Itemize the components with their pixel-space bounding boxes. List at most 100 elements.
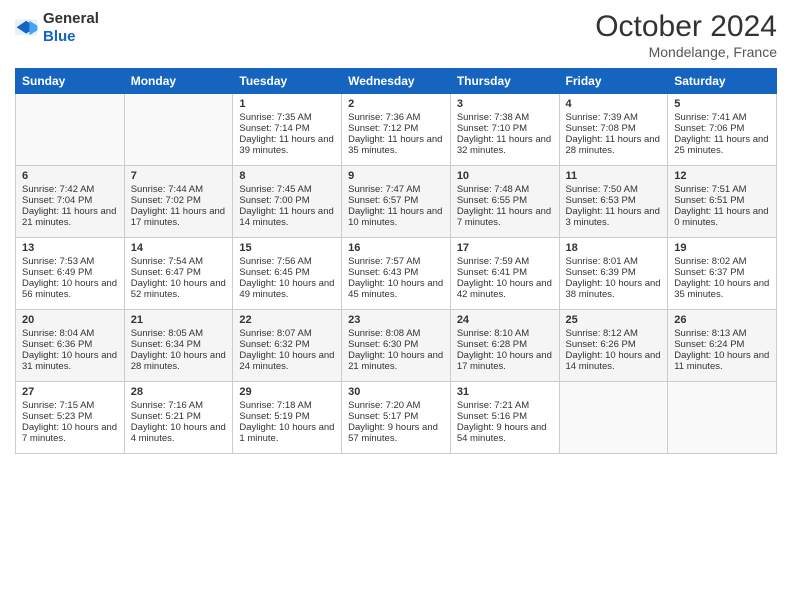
daylight: Daylight: 11 hours and 28 minutes. bbox=[566, 134, 660, 156]
sunset: Sunset: 5:21 PM bbox=[131, 411, 201, 422]
day-number: 17 bbox=[457, 242, 553, 254]
page-header: General Blue October 2024 Mondelange, Fr… bbox=[15, 10, 777, 60]
daylight: Daylight: 10 hours and 42 minutes. bbox=[457, 278, 552, 300]
calendar-week-row: 27 Sunrise: 7:15 AMSunset: 5:23 PM Dayligh… bbox=[16, 382, 777, 454]
sunrise: Sunrise: 8:13 AM bbox=[674, 328, 746, 339]
calendar-cell: 6Sunrise: 7:42 AMSunset: 7:04 PMDaylight… bbox=[16, 166, 125, 238]
day-number: 13 bbox=[22, 242, 118, 254]
sunset: Sunset: 6:28 PM bbox=[457, 339, 527, 350]
sunset: Sunset: 6:24 PM bbox=[674, 339, 744, 350]
day-number: 26 bbox=[674, 314, 770, 326]
sunrise: Sunrise: 7:15 AM bbox=[22, 400, 94, 411]
calendar-cell: 17Sunrise: 7:59 AMSunset: 6:41 PMDayligh… bbox=[450, 238, 559, 310]
calendar-cell: 15Sunrise: 7:56 AMSunset: 6:45 PMDayligh… bbox=[233, 238, 342, 310]
logo-general-text: General bbox=[43, 10, 99, 27]
sunset: Sunset: 6:30 PM bbox=[348, 339, 418, 350]
daylight: Daylight: 10 hours and 45 minutes. bbox=[348, 278, 443, 300]
daylight: Daylight: 11 hours and 32 minutes. bbox=[457, 134, 551, 156]
sunset: Sunset: 6:53 PM bbox=[566, 195, 636, 206]
sunrise: Sunrise: 8:02 AM bbox=[674, 256, 746, 267]
calendar-cell: 30Sunrise: 7:20 AMSunset: 5:17 PMDayligh… bbox=[342, 382, 451, 454]
sunset: Sunset: 5:23 PM bbox=[22, 411, 92, 422]
day-number: 25 bbox=[566, 314, 662, 326]
sunset: Sunset: 7:02 PM bbox=[131, 195, 201, 206]
daylight: Daylight: 11 hours and 14 minutes. bbox=[239, 206, 333, 228]
sunset: Sunset: 6:57 PM bbox=[348, 195, 418, 206]
sunrise: Sunrise: 7:20 AM bbox=[348, 400, 420, 411]
sunrise: Sunrise: 7:44 AM bbox=[131, 184, 203, 195]
calendar-cell: 24Sunrise: 8:10 AMSunset: 6:28 PMDayligh… bbox=[450, 310, 559, 382]
sunset: Sunset: 5:16 PM bbox=[457, 411, 527, 422]
day-number: 21 bbox=[131, 314, 227, 326]
sunset: Sunset: 7:04 PM bbox=[22, 195, 92, 206]
daylight: Daylight: 11 hours and 17 minutes. bbox=[131, 206, 225, 228]
calendar-cell: 22Sunrise: 8:07 AMSunset: 6:32 PMDayligh… bbox=[233, 310, 342, 382]
calendar-week-row: 6Sunrise: 7:42 AMSunset: 7:04 PMDaylight… bbox=[16, 166, 777, 238]
sunrise: Sunrise: 7:54 AM bbox=[131, 256, 203, 267]
sunrise: Sunrise: 7:18 AM bbox=[239, 400, 311, 411]
sunrise: Sunrise: 7:16 AM bbox=[131, 400, 203, 411]
day-number: 19 bbox=[674, 242, 770, 254]
calendar-cell: 27Sunrise: 7:15 AMSunset: 5:23 PMDayligh… bbox=[16, 382, 125, 454]
day-number: 31 bbox=[457, 386, 553, 398]
calendar-cell: 19 Sunrise: 8:02 AMSunset: 6:37 PMDayligh… bbox=[668, 238, 777, 310]
sunrise: Sunrise: 8:07 AM bbox=[239, 328, 311, 339]
sunset: Sunset: 6:47 PM bbox=[131, 267, 201, 278]
daylight: Daylight: 10 hours and 35 minutes. bbox=[674, 278, 769, 300]
header-tuesday: Tuesday bbox=[233, 69, 342, 94]
sunset: Sunset: 6:49 PM bbox=[22, 267, 92, 278]
sunrise: Sunrise: 7:36 AM bbox=[348, 112, 420, 123]
daylight: Daylight: 10 hours and 24 minutes. bbox=[239, 350, 334, 372]
header-saturday: Saturday bbox=[668, 69, 777, 94]
sunrise: Sunrise: 7:48 AM bbox=[457, 184, 529, 195]
daylight: Daylight: 11 hours and 3 minutes. bbox=[566, 206, 660, 228]
logo-icon bbox=[15, 19, 39, 37]
calendar-cell: 13Sunrise: 7:53 AMSunset: 6:49 PMDayligh… bbox=[16, 238, 125, 310]
day-number: 3 bbox=[457, 98, 553, 110]
calendar-cell bbox=[16, 94, 125, 166]
day-number: 28 bbox=[131, 386, 227, 398]
calendar-cell: 28 Sunrise: 7:16 AMSunset: 5:21 PMDayligh… bbox=[124, 382, 233, 454]
day-number: 24 bbox=[457, 314, 553, 326]
daylight: Daylight: 10 hours and 28 minutes. bbox=[131, 350, 226, 372]
calendar-cell bbox=[559, 382, 668, 454]
day-number: 15 bbox=[239, 242, 335, 254]
sunrise: Sunrise: 7:57 AM bbox=[348, 256, 420, 267]
calendar-cell: 8Sunrise: 7:45 AMSunset: 7:00 PMDaylight… bbox=[233, 166, 342, 238]
sunset: Sunset: 6:37 PM bbox=[674, 267, 744, 278]
daylight: Daylight: 10 hours and 1 minute. bbox=[239, 422, 334, 444]
daylight: Daylight: 10 hours and 17 minutes. bbox=[457, 350, 552, 372]
sunrise: Sunrise: 7:42 AM bbox=[22, 184, 94, 195]
sunset: Sunset: 7:08 PM bbox=[566, 123, 636, 134]
calendar-cell: 16Sunrise: 7:57 AMSunset: 6:43 PMDayligh… bbox=[342, 238, 451, 310]
day-number: 16 bbox=[348, 242, 444, 254]
sunset: Sunset: 7:14 PM bbox=[239, 123, 309, 134]
calendar-cell: 3Sunrise: 7:38 AMSunset: 7:10 PMDaylight… bbox=[450, 94, 559, 166]
sunset: Sunset: 6:32 PM bbox=[239, 339, 309, 350]
sunset: Sunset: 6:55 PM bbox=[457, 195, 527, 206]
sunset: Sunset: 7:12 PM bbox=[348, 123, 418, 134]
day-number: 27 bbox=[22, 386, 118, 398]
day-number: 9 bbox=[348, 170, 444, 182]
day-number: 8 bbox=[239, 170, 335, 182]
daylight: Daylight: 10 hours and 4 minutes. bbox=[131, 422, 226, 444]
calendar-cell: 11Sunrise: 7:50 AMSunset: 6:53 PMDayligh… bbox=[559, 166, 668, 238]
sunrise: Sunrise: 8:04 AM bbox=[22, 328, 94, 339]
calendar-cell: 5Sunrise: 7:41 AMSunset: 7:06 PMDaylight… bbox=[668, 94, 777, 166]
calendar-week-row: 20Sunrise: 8:04 AMSunset: 6:36 PMDayligh… bbox=[16, 310, 777, 382]
calendar-cell bbox=[668, 382, 777, 454]
sunrise: Sunrise: 7:56 AM bbox=[239, 256, 311, 267]
daylight: Daylight: 10 hours and 14 minutes. bbox=[566, 350, 661, 372]
daylight: Daylight: 10 hours and 11 minutes. bbox=[674, 350, 769, 372]
sunrise: Sunrise: 7:38 AM bbox=[457, 112, 529, 123]
calendar-cell: 4Sunrise: 7:39 AMSunset: 7:08 PMDaylight… bbox=[559, 94, 668, 166]
calendar-cell: 14Sunrise: 7:54 AMSunset: 6:47 PMDayligh… bbox=[124, 238, 233, 310]
calendar-cell: 9Sunrise: 7:47 AMSunset: 6:57 PMDaylight… bbox=[342, 166, 451, 238]
sunrise: Sunrise: 7:51 AM bbox=[674, 184, 746, 195]
calendar-table: Sunday Monday Tuesday Wednesday Thursday… bbox=[15, 68, 777, 454]
sunset: Sunset: 6:34 PM bbox=[131, 339, 201, 350]
header-sunday: Sunday bbox=[16, 69, 125, 94]
calendar-cell: 26 Sunrise: 8:13 AMSunset: 6:24 PMDayligh… bbox=[668, 310, 777, 382]
sunset: Sunset: 7:06 PM bbox=[674, 123, 744, 134]
day-number: 14 bbox=[131, 242, 227, 254]
